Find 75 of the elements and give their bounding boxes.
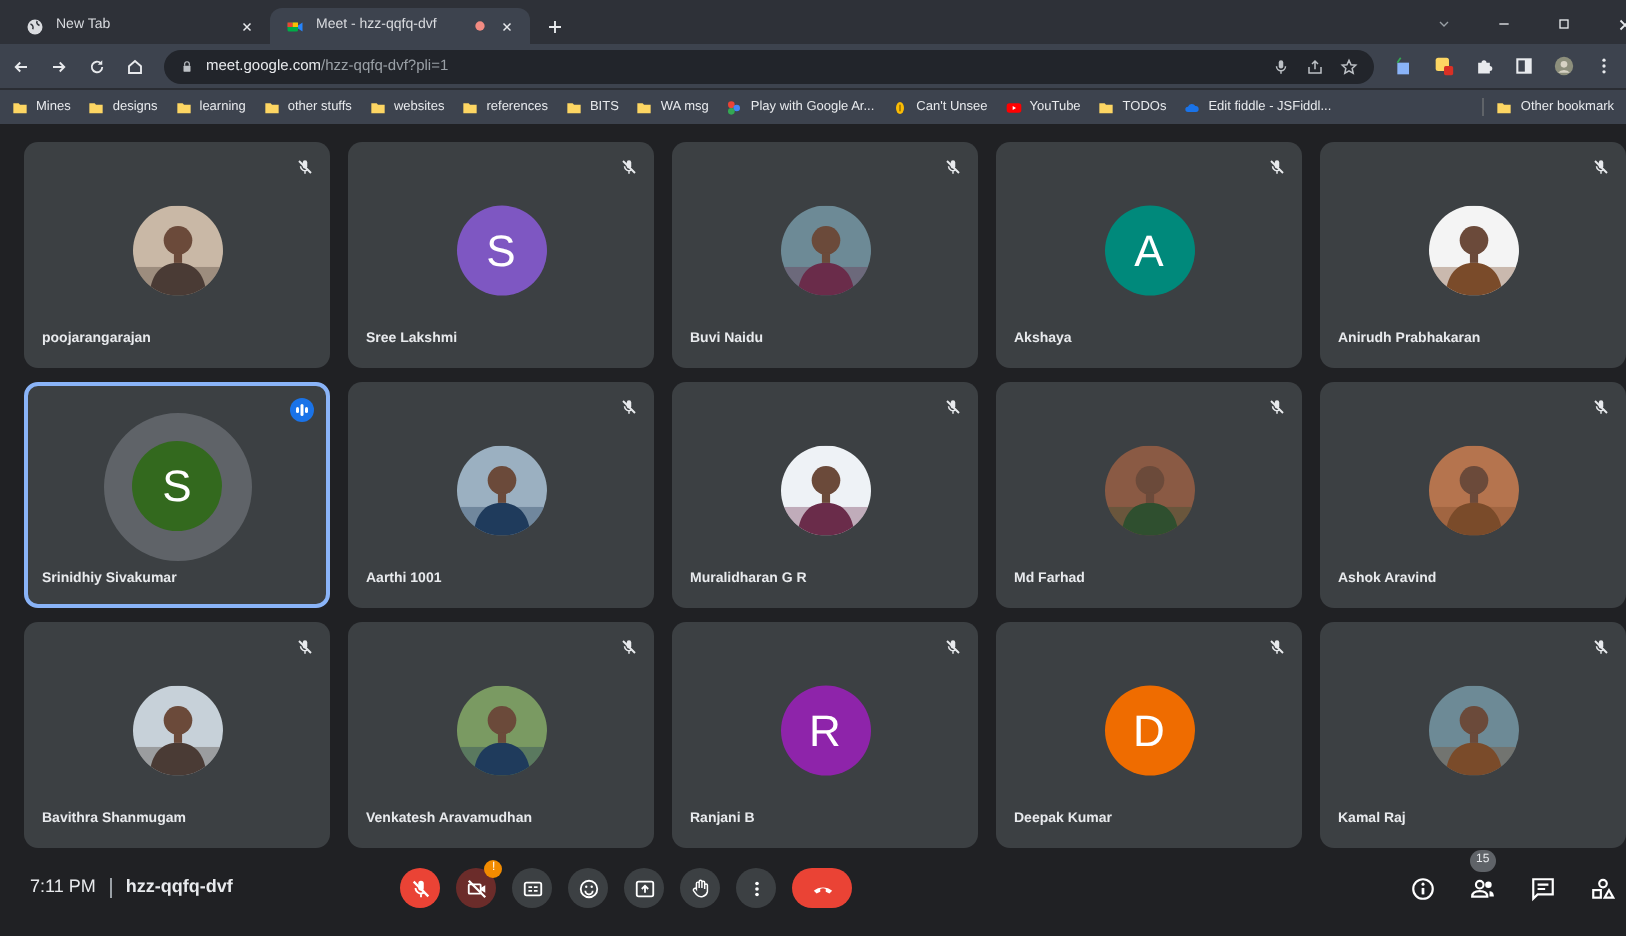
avatar-initial: A <box>1104 204 1194 295</box>
extension-icon[interactable] <box>1394 56 1414 76</box>
folder-icon <box>88 99 105 115</box>
emoji-icon <box>577 877 600 899</box>
profile-avatar-icon[interactable] <box>1554 56 1574 76</box>
mic-off-icon <box>1592 398 1610 416</box>
camera-off-icon <box>465 877 488 899</box>
mic-off-icon <box>1268 638 1286 656</box>
folder-icon <box>12 99 28 115</box>
activities-icon <box>1589 875 1615 901</box>
people-icon <box>1469 875 1495 901</box>
captions-button[interactable] <box>512 868 553 908</box>
globe-icon <box>26 17 44 35</box>
tab-search-icon[interactable] <box>1436 16 1452 32</box>
mic-off-icon <box>1592 158 1610 176</box>
close-icon[interactable] <box>500 19 514 33</box>
raise-hand-icon <box>689 877 712 899</box>
folder-icon <box>636 99 653 115</box>
meeting-time: 7:11 PM <box>30 874 96 901</box>
audio-level-icon <box>290 398 314 422</box>
avatar-initial: D <box>1104 684 1194 775</box>
mic-off-icon <box>1268 158 1286 176</box>
new-tab-icon[interactable] <box>546 17 564 35</box>
mic-off-icon <box>409 877 432 899</box>
folder-icon <box>1496 99 1513 115</box>
hand-button[interactable] <box>680 868 721 908</box>
share-icon[interactable] <box>1306 57 1324 75</box>
mic-off-icon <box>620 398 638 416</box>
folder-icon <box>263 99 280 115</box>
mic-off-icon <box>296 638 314 656</box>
avatar-initial: S <box>132 441 222 532</box>
camera-icon <box>286 17 304 35</box>
reload-icon[interactable] <box>88 57 106 75</box>
mic-off-icon <box>296 158 314 176</box>
emoji-button[interactable] <box>568 868 609 908</box>
mic-button[interactable] <box>400 868 441 908</box>
side-panel-icon[interactable] <box>1514 56 1534 76</box>
extensions-icon[interactable] <box>1474 56 1494 76</box>
mic-off-icon <box>1268 398 1286 416</box>
close-icon[interactable] <box>240 19 254 33</box>
end-call-button[interactable] <box>792 868 853 908</box>
home-icon[interactable] <box>126 57 144 75</box>
back-icon[interactable] <box>12 57 30 75</box>
more-button[interactable] <box>736 868 777 908</box>
chat-button[interactable] <box>1526 872 1558 904</box>
avatar-initial: S <box>456 204 546 295</box>
extension-icon[interactable] <box>1434 56 1454 76</box>
mic-off-icon <box>944 638 962 656</box>
mic-off-icon <box>620 158 638 176</box>
lock-icon <box>180 59 194 73</box>
folder-icon <box>369 99 386 115</box>
present-screen-icon <box>633 877 656 899</box>
arts-icon <box>726 99 743 115</box>
mic-off-icon <box>944 158 962 176</box>
star-icon[interactable] <box>1340 57 1358 75</box>
avatar-initial: R <box>780 684 870 775</box>
microphone-icon[interactable] <box>1272 57 1290 75</box>
info-icon <box>1409 875 1435 901</box>
mic-off-icon <box>620 638 638 656</box>
info-button[interactable] <box>1406 872 1438 904</box>
folder-icon <box>175 99 192 115</box>
mic-off-icon <box>944 398 962 416</box>
folder-icon <box>462 99 479 115</box>
meeting-code: hzz-qqfq-dvf <box>125 874 233 901</box>
present-button[interactable] <box>624 868 665 908</box>
chat-icon <box>1529 875 1555 901</box>
captions-icon <box>521 877 544 899</box>
folder-icon <box>565 99 582 115</box>
folder-icon <box>1098 99 1115 115</box>
video-play-icon <box>1005 99 1022 115</box>
cloud-icon <box>1184 99 1201 115</box>
forward-icon[interactable] <box>50 57 68 75</box>
coin-icon <box>892 99 909 115</box>
mic-off-icon <box>1592 638 1610 656</box>
maximize-icon[interactable] <box>1556 16 1572 32</box>
